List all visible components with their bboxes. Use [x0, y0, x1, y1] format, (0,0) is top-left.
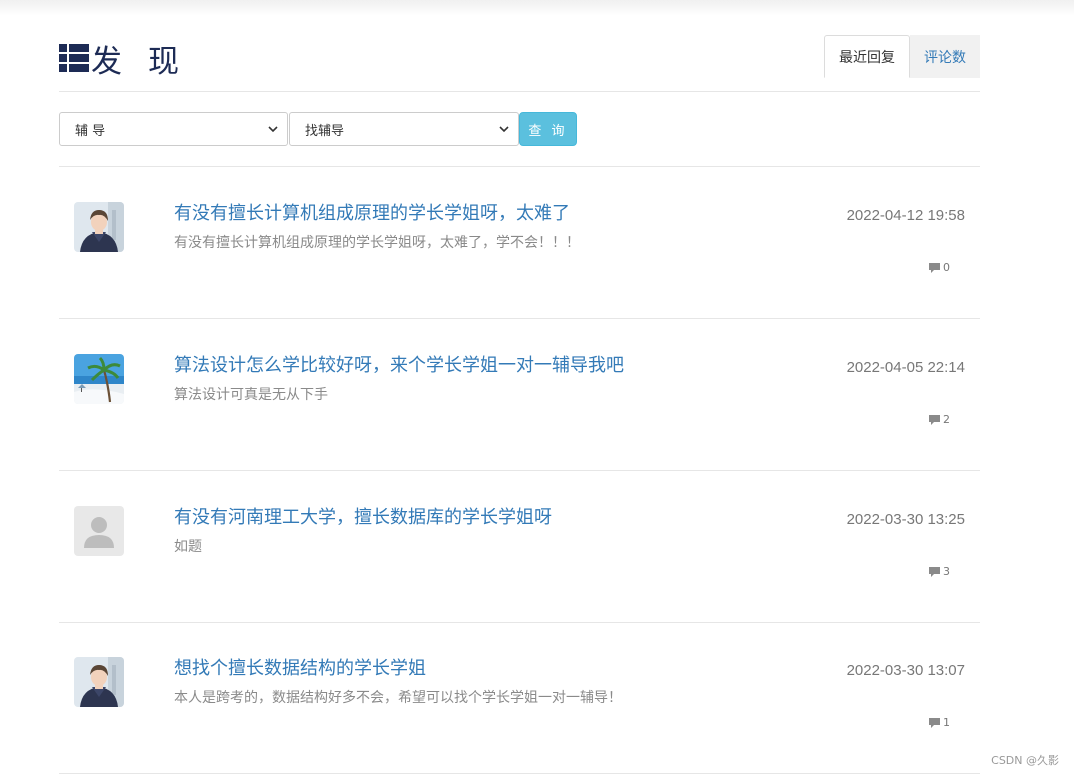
comment-count: 1	[928, 716, 950, 729]
filter-bar: 辅 导 找辅导 查 询	[59, 112, 577, 146]
top-shadow	[0, 0, 1074, 16]
chevron-down-icon	[268, 126, 278, 133]
chevron-down-icon	[499, 126, 509, 133]
post-date: 2022-04-12 19:58	[846, 207, 965, 224]
tab-recent-reply[interactable]: 最近回复	[824, 35, 910, 78]
post-item: 有没有河南理工大学，擅长数据库的学长学姐呀 如题 2022-03-30 13:2…	[59, 471, 980, 623]
comment-count: 3	[928, 565, 950, 578]
anime-boy-avatar[interactable]	[74, 657, 124, 707]
comment-count: 0	[928, 261, 950, 274]
comment-count: 2	[928, 413, 950, 426]
beach-palm-avatar[interactable]	[74, 354, 124, 404]
default-user-avatar[interactable]	[74, 506, 124, 556]
post-desc: 如题	[174, 539, 202, 555]
comment-icon	[929, 717, 940, 728]
search-button[interactable]: 查 询	[519, 112, 577, 146]
post-desc: 有没有擅长计算机组成原理的学长学姐呀，太难了，学不会！！！	[174, 235, 580, 251]
post-title[interactable]: 有没有河南理工大学，擅长数据库的学长学姐呀	[174, 503, 552, 529]
post-item: 想找个擅长数据结构的学长学姐 本人是跨考的，数据结构好多不会，希望可以找个学长学…	[59, 622, 980, 774]
comment-icon	[929, 566, 940, 577]
page-header: 发现 最近回复 评论数	[59, 34, 980, 92]
comment-count-value: 3	[943, 565, 950, 578]
category-select-value: 辅 导	[75, 123, 106, 139]
comment-icon	[929, 414, 940, 425]
subcategory-select[interactable]: 找辅导	[289, 112, 519, 146]
post-item: 算法设计怎么学比较好呀，来个学长学姐一对一辅导我吧 算法设计可真是无从下手 20…	[59, 319, 980, 471]
tab-comment-count[interactable]: 评论数	[910, 35, 980, 78]
post-desc: 本人是跨考的，数据结构好多不会，希望可以找个学长学姐一对一辅导！	[174, 690, 622, 706]
list-icon	[59, 43, 89, 74]
comment-count-value: 2	[943, 413, 950, 426]
watermark: CSDN @久影	[991, 754, 1059, 767]
comment-icon	[929, 262, 940, 273]
comment-count-value: 1	[943, 716, 950, 729]
post-title[interactable]: 有没有擅长计算机组成原理的学长学姐呀，太难了	[174, 199, 570, 225]
page-title-text: 发现	[91, 44, 205, 80]
post-title[interactable]: 算法设计怎么学比较好呀，来个学长学姐一对一辅导我吧	[174, 351, 624, 377]
post-desc: 算法设计可真是无从下手	[174, 387, 328, 403]
category-select[interactable]: 辅 导	[59, 112, 288, 146]
post-date: 2022-03-30 13:25	[846, 511, 965, 528]
post-item: 有没有擅长计算机组成原理的学长学姐呀，太难了 有没有擅长计算机组成原理的学长学姐…	[59, 167, 980, 319]
post-title[interactable]: 想找个擅长数据结构的学长学姐	[174, 654, 426, 680]
page-title: 发现	[59, 36, 205, 81]
anime-boy-avatar[interactable]	[74, 202, 124, 252]
subcategory-select-value: 找辅导	[305, 123, 345, 139]
comment-count-value: 0	[943, 261, 950, 274]
post-date: 2022-03-30 13:07	[846, 662, 965, 679]
sort-tabs: 最近回复 评论数	[824, 35, 980, 78]
post-date: 2022-04-05 22:14	[846, 359, 965, 376]
